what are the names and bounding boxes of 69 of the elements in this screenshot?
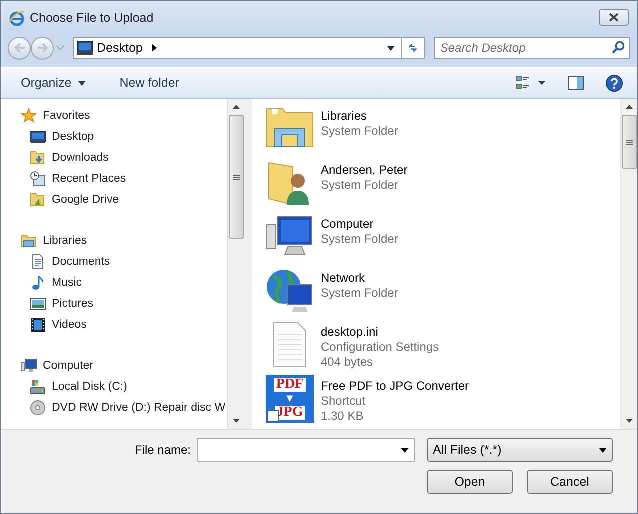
music-note-icon: [30, 274, 46, 290]
nav-item[interactable]: Pictures: [21, 293, 227, 314]
nav-item[interactable]: Computer: [21, 355, 227, 376]
file-item[interactable]: desktop.ini Configuration Settings 404 bytes: [264, 319, 620, 373]
refresh-button[interactable]: [401, 37, 426, 59]
scroll-down-icon: [232, 419, 240, 423]
nav-item[interactable]: Desktop: [21, 126, 227, 147]
disc-icon: [30, 400, 46, 416]
caret-down-icon: [599, 448, 607, 452]
film-icon: [30, 316, 46, 332]
view-options-icon[interactable]: [516, 75, 546, 91]
shortcut-icon: PDF ▼ JPG: [266, 375, 314, 423]
close-button[interactable]: [599, 9, 629, 26]
file-name-label: File name:: [134, 443, 191, 457]
caret-down-icon: [78, 80, 86, 86]
nav-item[interactable]: Music: [21, 272, 227, 293]
file-name-field[interactable]: [197, 438, 415, 462]
file-item[interactable]: PDF ▼ JPG Free PDF to JPG Converter Shortcut 1.30 KB: [264, 373, 620, 427]
help-icon[interactable]: [606, 74, 623, 92]
file-item[interactable]: Network System Folder: [264, 265, 620, 319]
nav-item[interactable]: Google Drive: [21, 189, 227, 210]
library-folder-icon: [21, 232, 37, 248]
search-icon: [612, 41, 625, 54]
nav-item[interactable]: Recent Places: [21, 168, 227, 189]
file-type-dropdown[interactable]: All Files (*.*): [427, 438, 613, 462]
nav-item[interactable]: Documents: [21, 251, 227, 272]
scroll-down-icon: [626, 419, 632, 423]
close-icon: [609, 13, 619, 22]
preview-pane-icon[interactable]: [568, 76, 584, 90]
star-icon: [21, 108, 37, 124]
open-button[interactable]: Open: [427, 470, 513, 494]
file-item[interactable]: Computer System Folder: [264, 211, 620, 265]
monitor-icon: [30, 128, 46, 144]
nav-item[interactable]: Videos: [21, 314, 227, 335]
browser-logo-icon: [9, 10, 25, 26]
grip-icon: [626, 140, 632, 144]
nav-item[interactable]: Favorites: [21, 105, 227, 126]
caret-down-icon[interactable]: [387, 46, 396, 50]
scrollbar[interactable]: [620, 99, 637, 429]
window-title: Choose File to Upload: [30, 10, 154, 24]
refresh-arrows-icon: [408, 41, 418, 55]
nav-item[interactable]: Local Disk (C:): [21, 376, 227, 397]
folder-triangle-icon: [30, 192, 46, 208]
nav-item[interactable]: Libraries: [21, 230, 227, 251]
globe-monitor-icon: [266, 267, 314, 313]
back-arrow-icon: [14, 43, 26, 53]
scroll-up-icon: [232, 105, 240, 109]
cancel-button[interactable]: Cancel: [527, 470, 613, 494]
caret-right-icon[interactable]: [152, 44, 157, 52]
monitor-icon: [77, 41, 93, 55]
grip-icon: [232, 174, 240, 180]
document-icon: [30, 254, 46, 270]
forward-arrow-icon: [36, 43, 48, 53]
file-item[interactable]: Andersen, Peter System Folder: [264, 157, 620, 211]
folder-arrow-icon: [30, 150, 46, 166]
file-item[interactable]: Libraries System Folder: [264, 103, 620, 157]
new-folder-button[interactable]: New folder: [116, 74, 184, 92]
computer-icon: [21, 358, 37, 374]
caret-down-icon: [401, 448, 409, 453]
address-bar[interactable]: Desktop: [73, 37, 402, 59]
search-field[interactable]: Search Desktop: [434, 37, 630, 59]
scroll-up-icon: [626, 105, 632, 109]
nav-item[interactable]: Downloads: [21, 147, 227, 168]
nav-item[interactable]: DVD RW Drive (D:) Repair disc W: [21, 397, 227, 418]
picture-icon: [30, 296, 46, 312]
hard-disk-icon: [30, 378, 46, 394]
organize-menu-button[interactable]: Organize: [17, 74, 90, 92]
clock-window-icon: [30, 170, 46, 186]
scrollbar[interactable]: [227, 99, 244, 429]
